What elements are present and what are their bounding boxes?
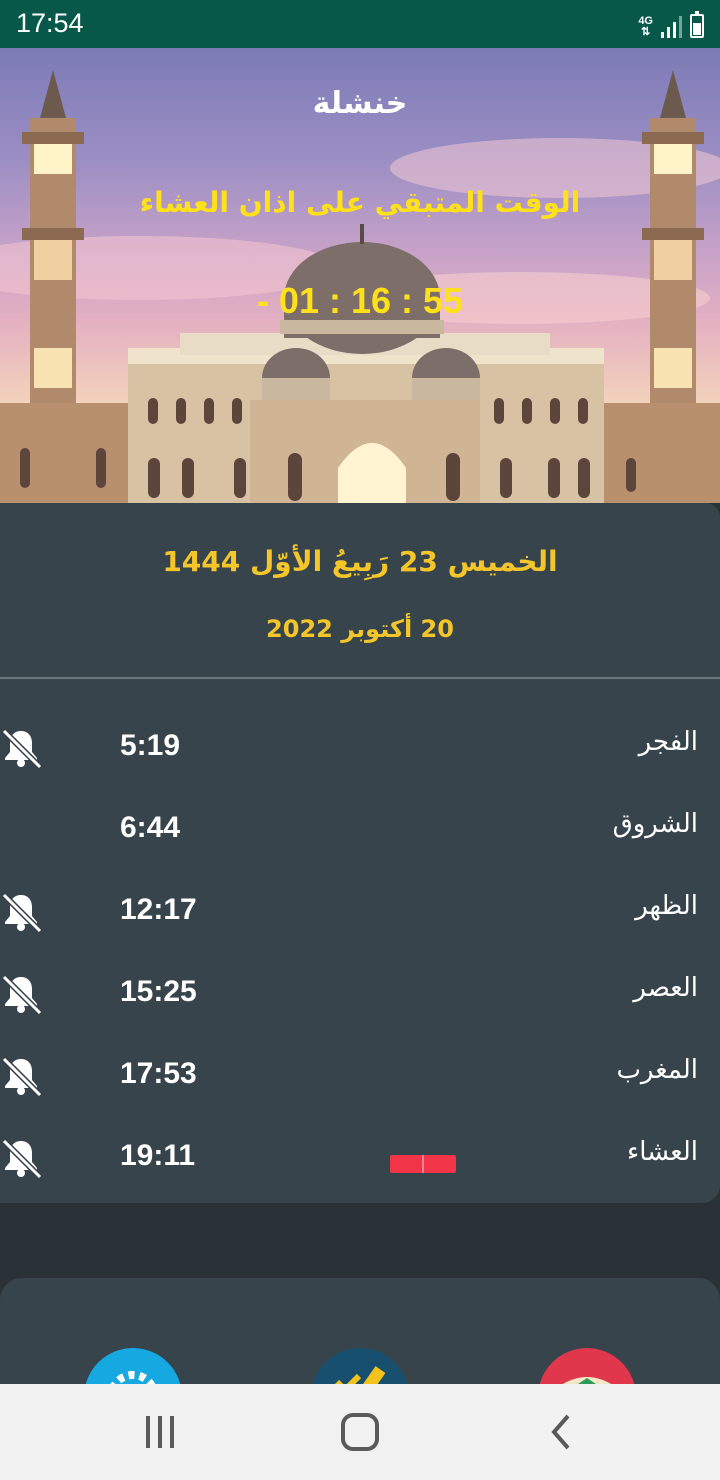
bell-off-icon[interactable]: [0, 1137, 43, 1180]
prayer-time: 19:11: [120, 1139, 196, 1172]
next-prayer-indicator: [390, 1155, 456, 1173]
hijri-date: الخميس 23 رَبِيعُ الأوّل 1444: [162, 545, 558, 578]
prayer-name: الشروق: [612, 809, 698, 839]
prayer-name: العشاء: [626, 1137, 698, 1167]
screen: 17:54 4G ⇅ خنشلة الوقت المتبقي على اذان …: [0, 0, 720, 1480]
prayer-row-asr[interactable]: 15:25 العصر: [0, 955, 720, 1037]
recent-apps-icon: [146, 1416, 174, 1448]
recent-apps-button[interactable]: [138, 1412, 182, 1452]
prayer-row-isha[interactable]: 19:11 العشاء: [0, 1119, 720, 1201]
network-type-icon: 4G ⇅: [638, 16, 653, 38]
prayer-name: الفجر: [638, 727, 698, 757]
bell-off-icon[interactable]: [0, 973, 43, 1016]
bell-off-icon[interactable]: [0, 891, 43, 934]
status-time: 17:54: [16, 8, 84, 38]
status-icons: 4G ⇅: [638, 10, 704, 38]
prayer-name: المغرب: [616, 1055, 698, 1085]
system-nav-bar: [0, 1384, 720, 1480]
bell-off-icon[interactable]: [0, 1055, 43, 1098]
gregorian-date: 20 أكتوبر 2022: [266, 615, 454, 643]
prayer-time: 15:25: [120, 975, 197, 1008]
prayer-name: العصر: [633, 973, 698, 1003]
home-button[interactable]: [338, 1412, 382, 1452]
bell-off-icon[interactable]: [0, 727, 43, 770]
prayer-times-card: الخميس 23 رَبِيعُ الأوّل 1444 20 أكتوبر …: [0, 503, 720, 1203]
data-arrows-icon: ⇅: [641, 26, 651, 38]
back-button[interactable]: [540, 1412, 584, 1452]
prayer-time: 17:53: [120, 1057, 197, 1090]
prayer-name: الظهر: [635, 891, 698, 921]
home-icon: [341, 1413, 379, 1451]
mosque-header: خنشلة الوقت المتبقي على اذان العشاء - 01…: [0, 48, 720, 503]
remaining-time-label: الوقت المتبقي على اذان العشاء: [139, 186, 581, 219]
battery-icon: [690, 11, 704, 38]
signal-icon: [661, 16, 682, 38]
city-name: خنشلة: [312, 86, 408, 121]
prayer-row-maghrib[interactable]: 17:53 المغرب: [0, 1037, 720, 1119]
prayer-time: 6:44: [120, 811, 181, 844]
status-bar: 17:54 4G ⇅: [0, 0, 720, 48]
prayer-time: 5:19: [120, 729, 181, 762]
divider: [0, 677, 720, 679]
countdown-timer: - 01 : 16 : 55: [0, 280, 720, 322]
countdown-value: - 01 : 16 : 55: [256, 280, 464, 321]
prayer-time: 12:17: [120, 893, 197, 926]
prayer-row-fajr[interactable]: 5:19 الفجر: [0, 709, 720, 791]
prayer-row-sunrise: 6:44 الشروق: [0, 791, 720, 873]
back-icon: [551, 1414, 570, 1450]
prayer-row-dhuhr[interactable]: 12:17 الظهر: [0, 873, 720, 955]
